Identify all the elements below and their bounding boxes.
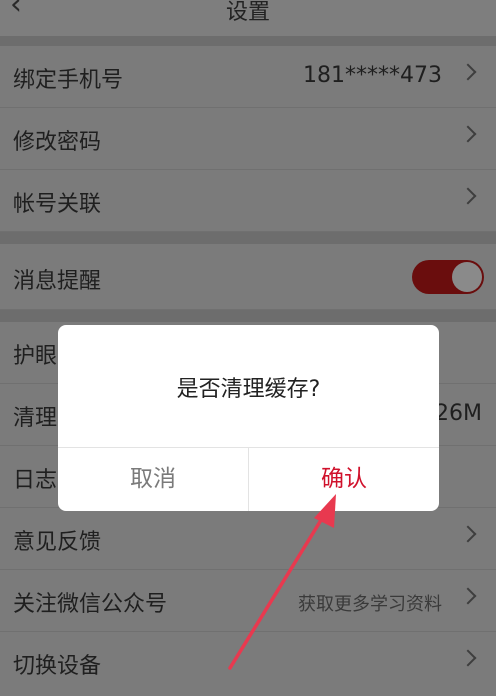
section-gap xyxy=(0,232,496,244)
row-switch-device[interactable]: 切换设备 xyxy=(0,632,496,696)
row-account-link[interactable]: 帐号关联 xyxy=(0,170,496,232)
row-label: 清理 xyxy=(13,406,58,431)
row-label: 日志 xyxy=(13,468,58,493)
dialog-message: 是否清理缓存? xyxy=(176,377,321,402)
row-label: 修改密码 xyxy=(13,130,102,155)
section-gap xyxy=(0,36,496,46)
row-label: 帐号关联 xyxy=(13,192,102,217)
row-bind-phone[interactable]: 绑定手机号 181*****473 xyxy=(0,46,496,108)
toggle-knob xyxy=(452,262,482,292)
row-follow-wechat[interactable]: 关注微信公众号 获取更多学习资料 xyxy=(0,570,496,632)
cache-size-value: 26M xyxy=(435,401,482,426)
row-change-password[interactable]: 修改密码 xyxy=(0,108,496,170)
phone-number-value: 181*****473 xyxy=(303,63,442,88)
page-title: 设置 xyxy=(225,0,270,25)
row-label: 绑定手机号 xyxy=(13,68,124,93)
row-feedback[interactable]: 意见反馈 xyxy=(0,508,496,570)
chevron-right-icon xyxy=(459,187,477,205)
row-label: 消息提醒 xyxy=(13,269,102,294)
chevron-right-icon xyxy=(459,525,477,543)
section-gap xyxy=(0,310,496,322)
clear-cache-dialog: 是否清理缓存? 取消 确认 xyxy=(58,325,439,511)
wechat-hint-value: 获取更多学习资料 xyxy=(298,594,442,615)
chevron-right-icon xyxy=(459,125,477,143)
chevron-right-icon xyxy=(459,587,477,605)
notification-toggle[interactable] xyxy=(412,260,484,294)
row-label: 关注微信公众号 xyxy=(13,592,168,617)
chevron-right-icon xyxy=(459,63,477,81)
cancel-button[interactable]: 取消 xyxy=(58,448,248,511)
row-label: 护眼 xyxy=(13,344,58,369)
row-label: 切换设备 xyxy=(13,654,102,679)
chevron-right-icon xyxy=(459,649,477,667)
confirm-button[interactable]: 确认 xyxy=(249,448,439,511)
top-bar: ‹ 设置 xyxy=(0,0,496,36)
row-notification: 消息提醒 xyxy=(0,244,496,310)
row-label: 意见反馈 xyxy=(13,530,102,555)
